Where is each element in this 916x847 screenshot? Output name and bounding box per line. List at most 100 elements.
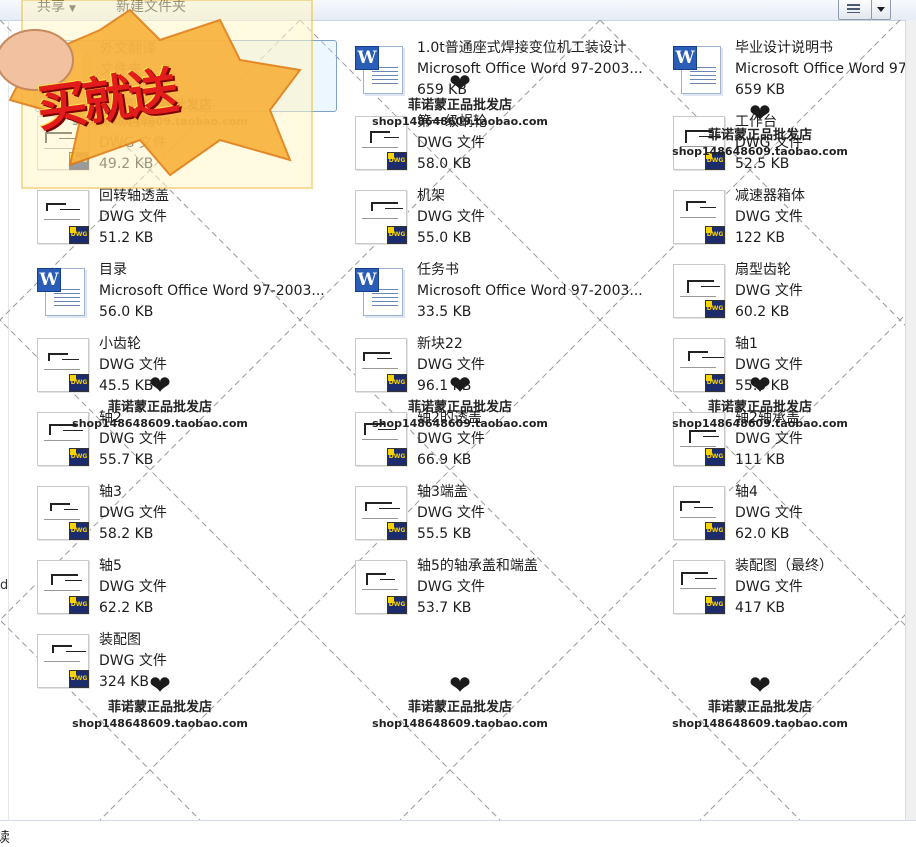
file-size: 417 KB [735, 600, 785, 616]
file-name: 装配图 [99, 632, 141, 648]
file-type: DWG 文件 [99, 135, 167, 151]
file-label: 回转轴透盖 DWG 文件 51.2 KB [99, 186, 339, 249]
file-size: 56.0 KB [99, 304, 154, 320]
file-size: 51.2 KB [99, 230, 154, 246]
new-folder-button[interactable]: 新建文件夹 [116, 0, 186, 16]
file-size: 58.2 KB [99, 526, 154, 542]
dwg-icon: DWG [353, 484, 409, 540]
file-name: 小齿轮 [99, 336, 141, 352]
file-name: 新块22 [417, 336, 463, 352]
dwg-icon: DWG [35, 188, 91, 244]
file-item[interactable]: DWG 轴5 DWG 文件 62.2 KB [35, 558, 335, 628]
file-item[interactable]: DWG 扇型齿轮 DWG 文件 60.2 KB [671, 262, 916, 332]
file-type: DWG 文件 [735, 209, 803, 225]
watermark-stamp: ❤ 菲诺蒙正品批发店 shop148648609.taobao.com [50, 372, 270, 431]
dwg-icon: DWG [353, 188, 409, 244]
file-type: DWG 文件 [417, 579, 485, 595]
watermark-shop-name: 菲诺蒙正品批发店 [407, 700, 512, 715]
dwg-icon: DWG [671, 262, 727, 318]
watermark-shop-name: 菲诺蒙正品批发店 [107, 700, 212, 715]
file-item[interactable]: DWG 机架 DWG 文件 55.0 KB [353, 188, 653, 258]
file-size: 62.0 KB [735, 526, 790, 542]
heart-icon: ❤ [749, 99, 771, 129]
file-name: 机架 [417, 188, 445, 204]
file-item[interactable]: DWG 减速器箱体 DWG 文件 122 KB [671, 188, 916, 258]
file-name: 扇型齿轮 [735, 262, 791, 278]
file-name: 轴3 [99, 484, 122, 500]
file-size: 60.2 KB [735, 304, 790, 320]
file-type: DWG 文件 [735, 505, 803, 521]
file-size: 53.7 KB [417, 600, 472, 616]
file-item[interactable]: DWG 轴4 DWG 文件 62.0 KB [671, 484, 916, 554]
watermark-shop-name: 菲诺蒙正品批发店 [407, 98, 512, 113]
word-icon: W [353, 262, 409, 318]
file-type: DWG 文件 [99, 209, 167, 225]
file-type: DWG 文件 [417, 431, 485, 447]
watermark-stamp: ❤ 菲诺蒙正品批发店 shop148648609.taobao.com [350, 672, 570, 731]
watermark-shop-name: 菲诺蒙正品批发店 [707, 700, 812, 715]
file-size: 659 KB [735, 82, 785, 98]
file-item[interactable]: DWG 回转轴透盖 DWG 文件 51.2 KB [35, 188, 335, 258]
file-size: 111 KB [735, 452, 785, 468]
watermark-url: shop148648609.taobao.com [672, 717, 848, 730]
navigation-pane[interactable] [0, 20, 9, 820]
dwg-icon: DWG [671, 484, 727, 540]
view-options-dropdown-icon[interactable] [871, 0, 891, 20]
file-type: DWG 文件 [99, 505, 167, 521]
watermark-stamp: ❤ 菲诺蒙正品批发店 shop148648609.taobao.com [350, 70, 570, 129]
share-button[interactable]: 共享 ▼ [37, 0, 76, 16]
dwg-icon: DWG [671, 188, 727, 244]
watermark-url: shop148648609.taobao.com [672, 417, 848, 430]
file-type: Microsoft Office Word 97-2003... [417, 283, 643, 299]
file-item[interactable]: W 任务书 Microsoft Office Word 97-2003... 33.5… [353, 262, 653, 332]
file-name: 轴3端盖 [417, 484, 468, 500]
file-name: 轴1 [735, 336, 758, 352]
watermark-shop-name: 菲诺蒙正品批发店 [107, 400, 212, 415]
file-type: DWG 文件 [417, 135, 485, 151]
word-icon: W [35, 262, 91, 318]
vertical-scrollbar[interactable] [905, 20, 916, 820]
file-size: 55.0 KB [417, 230, 472, 246]
watermark-stamp: ❤ 菲诺蒙正品批发店 shop148648609.taobao.com [650, 372, 870, 431]
watermark-shop-name: 菲诺蒙正品批发店 [707, 400, 812, 415]
heart-icon: ❤ [749, 371, 771, 401]
file-item[interactable]: DWG 装配图（最终） DWG 文件 417 KB [671, 558, 916, 628]
dwg-icon: DWG [353, 558, 409, 614]
file-label: 轴3 DWG 文件 58.2 KB [99, 482, 339, 545]
nav-pane-text: d [0, 578, 9, 593]
file-type: DWG 文件 [735, 579, 803, 595]
watermark-url: shop148648609.taobao.com [72, 417, 248, 430]
file-type: DWG 文件 [99, 579, 167, 595]
share-dropdown-icon: ▼ [69, 4, 76, 14]
file-label: 轴3端盖 DWG 文件 55.5 KB [417, 482, 657, 545]
file-size: 66.9 KB [417, 452, 472, 468]
file-item[interactable]: W 目录 Microsoft Office Word 97-2003... 56.0 … [35, 262, 335, 332]
file-type: DWG 文件 [99, 431, 167, 447]
file-label: 轴5的轴承盖和端盖 DWG 文件 53.7 KB [417, 556, 657, 619]
file-item[interactable]: DWG 轴3 DWG 文件 58.2 KB [35, 484, 335, 554]
heart-icon: ❤ [449, 371, 471, 401]
watermark-shop-name: 菲诺蒙正品批发店 [407, 400, 512, 415]
watermark-url: shop148648609.taobao.com [372, 417, 548, 430]
file-name: 装配图（最终） [735, 558, 833, 574]
change-view-icon[interactable] [838, 0, 872, 20]
dwg-icon: DWG [35, 558, 91, 614]
watermark-url: shop148648609.taobao.com [72, 717, 248, 730]
file-label: 装配图（最终） DWG 文件 417 KB [735, 556, 916, 619]
watermark-stamp: ❤ 菲诺蒙正品批发店 shop148648609.taobao.com [650, 100, 870, 159]
file-label: 目录 Microsoft Office Word 97-2003... 56.0 K… [99, 260, 339, 323]
dwg-icon: DWG [35, 484, 91, 540]
file-item[interactable]: DWG 轴5的轴承盖和端盖 DWG 文件 53.7 KB [353, 558, 653, 628]
file-name: 轴5的轴承盖和端盖 [417, 558, 538, 574]
heart-icon: ❤ [749, 671, 771, 701]
file-item[interactable]: DWG 轴3端盖 DWG 文件 55.5 KB [353, 484, 653, 554]
file-name: 毕业设计说明书 [735, 40, 833, 56]
command-bar: 共享 ▼ 新建文件夹 [0, 0, 916, 21]
file-type: DWG 文件 [735, 283, 803, 299]
heart-icon: ❤ [449, 671, 471, 701]
file-label: 扇型齿轮 DWG 文件 60.2 KB [735, 260, 916, 323]
file-label: 任务书 Microsoft Office Word 97-2003... 33.5 … [417, 260, 657, 323]
file-label: 毕业设计说明书 Microsoft Office Word 97-2003... 6… [735, 38, 916, 101]
file-name: 轴5 [99, 558, 122, 574]
status-text: 读 [0, 830, 10, 846]
